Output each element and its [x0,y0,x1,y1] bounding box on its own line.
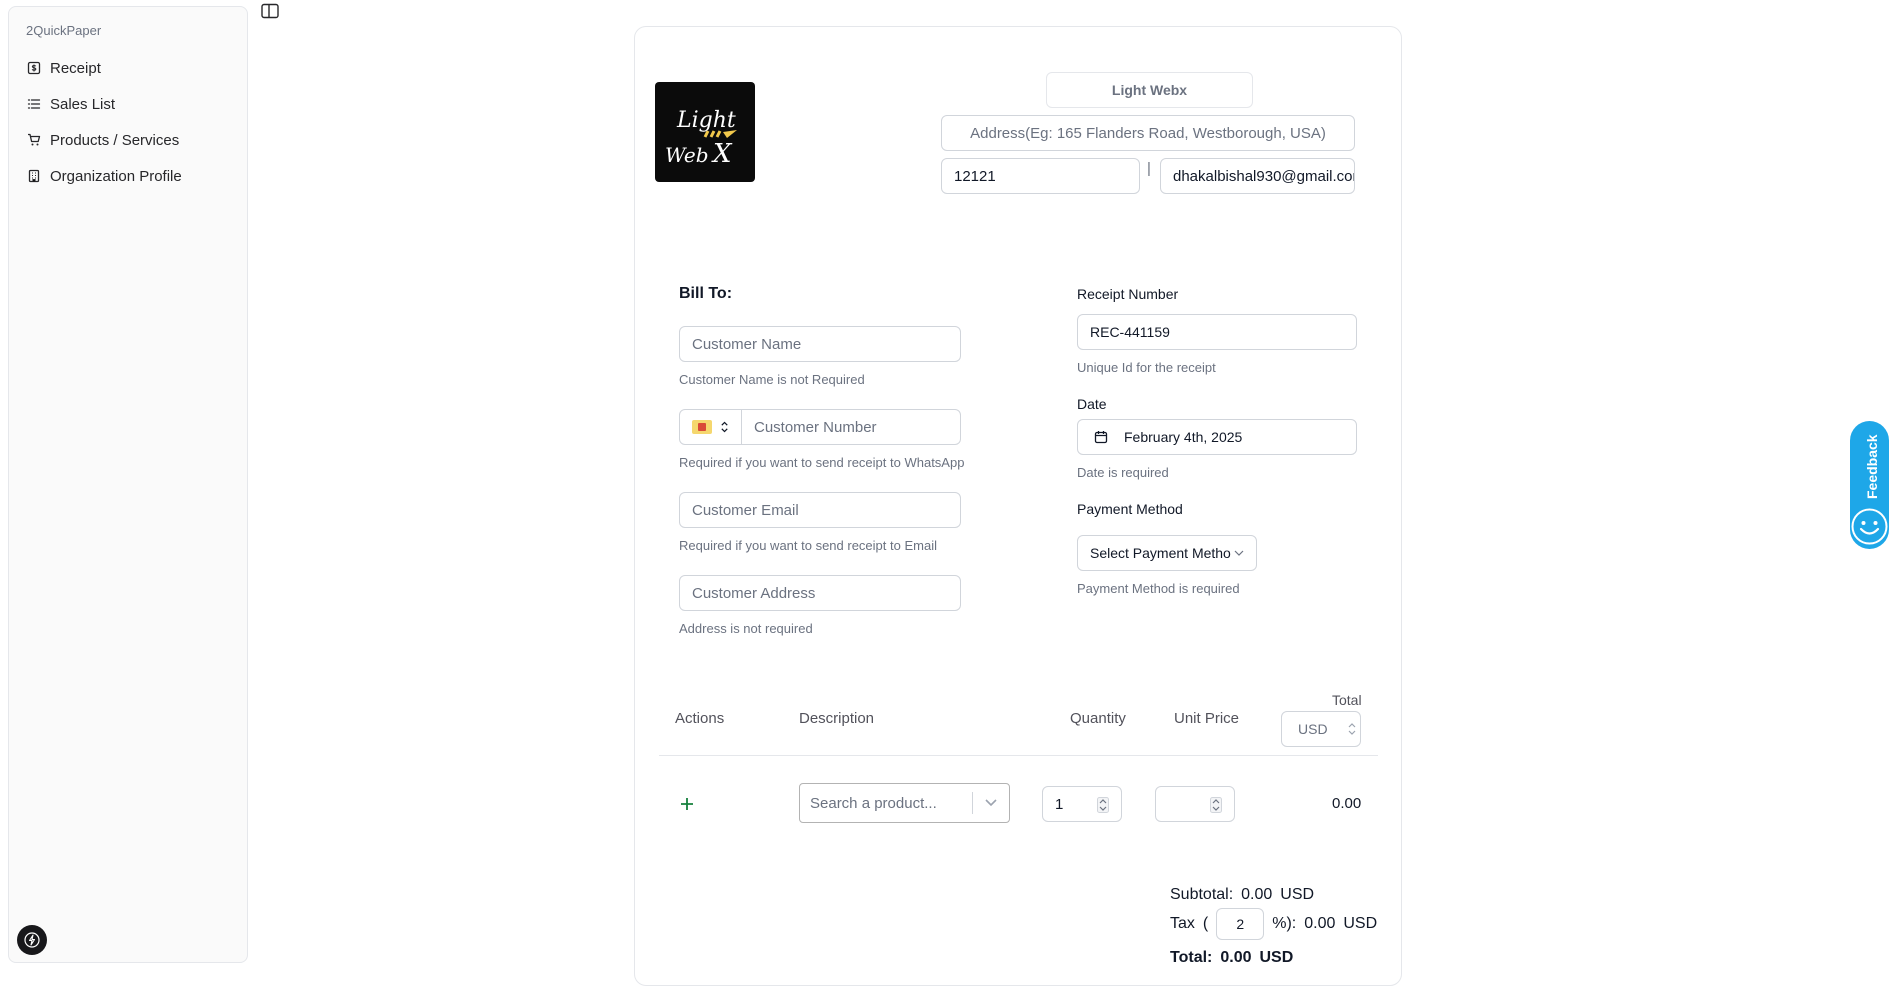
sidebar: 2QuickPaper Receipt Sales List Products … [8,6,248,963]
table-header-divider [659,755,1378,756]
customer-number-input[interactable]: Customer Number [741,409,961,445]
chevron-up-down-icon [721,421,728,433]
cart-icon [28,133,41,146]
organization-name[interactable]: Light Webx [1046,72,1253,108]
customer-name-hint: Customer Name is not Required [679,372,865,387]
contact-separator: | [1147,160,1151,177]
column-header-description: Description [799,710,875,727]
date-picker[interactable]: February 4th, 2025 [1077,419,1357,455]
stepper-icon[interactable] [1210,797,1222,813]
app-brand: 2QuickPaper [26,23,102,38]
receipt-icon [27,61,41,75]
customer-name-input[interactable]: Customer Name [679,326,961,362]
quantity-input[interactable]: 1 [1042,786,1122,822]
receipt-card: Light Web X Light Webx Address(Eg: 165 F… [634,26,1402,986]
tax-label: Tax [1170,915,1195,932]
total-value: 0.00 [1220,949,1252,966]
subtotal-currency: USD [1280,886,1315,903]
stepper-icon[interactable] [1097,797,1109,813]
feedback-label[interactable]: Feedback [1864,432,1880,502]
organization-logo[interactable]: Light Web X [655,82,755,182]
building-icon [28,169,40,183]
row-total: 0.00 [1332,795,1362,812]
tax-close-paren: %): [1272,915,1297,932]
subtotal-label: Subtotal: [1170,886,1234,903]
list-icon [27,99,41,109]
date-hint: Date is required [1077,465,1169,480]
bill-to-title: Bill To: [679,285,733,302]
date-label: Date [1077,396,1107,412]
svg-text:Web: Web [665,143,709,167]
logo-image: Light Web X [665,108,737,169]
customer-number-hint: Required if you want to send receipt to … [679,455,965,470]
sidebar-item-sales-list[interactable]: Sales List [19,90,239,118]
column-header-unit-price: Unit Price [1174,710,1240,727]
sidebar-item-receipt[interactable]: Receipt [19,54,239,82]
column-header-total: Total [1332,692,1362,708]
tax-open-paren: ( [1202,915,1209,932]
column-header-quantity: Quantity [1070,710,1126,727]
subtotal-value: 0.00 [1241,886,1273,903]
currency-value: USD [1298,721,1328,737]
receipt-number-label: Receipt Number [1077,286,1179,302]
total-label: Total: [1170,949,1213,966]
tax-row: Tax ( 2 %): 0.00 USD [1170,908,1377,940]
date-value: February 4th, 2025 [1124,429,1243,445]
country-code-select[interactable] [679,409,742,445]
tax-rate-input[interactable]: 2 [1216,908,1265,940]
smiley-icon[interactable] [1851,508,1888,545]
total-row: Total: 0.00 USD [1170,949,1293,967]
unit-price-input[interactable] [1155,786,1235,822]
subtotal-row: Subtotal: 0.00 USD [1170,886,1314,904]
chevron-down-icon [985,799,997,807]
chevron-up-down-icon [1348,723,1356,735]
sidebar-item-label: Sales List [50,95,116,113]
customer-address-hint: Address is not required [679,621,813,636]
column-header-actions: Actions [675,710,725,727]
quantity-value: 1 [1055,795,1064,813]
select-divider [972,792,973,814]
payment-method-label: Payment Method [1077,501,1183,517]
add-item-plus-icon[interactable] [680,797,694,811]
payment-method-select[interactable]: Select Payment Metho [1077,535,1257,571]
customer-email-input[interactable]: Customer Email [679,492,961,528]
svg-text:Light: Light [676,108,736,133]
sidebar-toggle-icon[interactable] [261,3,279,19]
customer-address-input[interactable]: Customer Address [679,575,961,611]
tax-value: 0.00 [1304,915,1336,932]
payment-method-hint: Payment Method is required [1077,581,1240,596]
sidebar-item-label: Products / Services [50,131,180,149]
sidebar-item-organization-profile[interactable]: Organization Profile [19,162,239,190]
sidebar-item-label: Organization Profile [50,167,182,185]
currency-select[interactable]: USD [1281,711,1361,747]
flag-icon [692,420,712,434]
receipt-number-hint: Unique Id for the receipt [1077,360,1216,375]
product-search-placeholder: Search a product... [810,794,937,812]
organization-phone-input[interactable]: 12121 [941,158,1140,194]
svg-text:X: X [711,139,733,169]
payment-method-value: Select Payment Metho [1090,545,1231,561]
organization-email-input[interactable]: dhakalbishal930@gmail.com [1160,158,1355,194]
organization-address-input[interactable]: Address(Eg: 165 Flanders Road, Westborou… [941,115,1355,151]
tax-currency: USD [1343,915,1378,932]
bolt-icon [24,932,40,948]
calendar-icon [1094,431,1108,444]
sidebar-item-products-services[interactable]: Products / Services [19,126,239,154]
sidebar-item-label: Receipt [50,59,101,77]
customer-email-hint: Required if you want to send receipt to … [679,538,937,553]
total-currency: USD [1259,949,1294,966]
chevron-down-icon [1234,550,1244,556]
receipt-number-input[interactable]: REC-441159 [1077,314,1357,350]
product-search-select[interactable]: Search a product... [799,783,1010,823]
assistant-button[interactable] [17,925,47,955]
